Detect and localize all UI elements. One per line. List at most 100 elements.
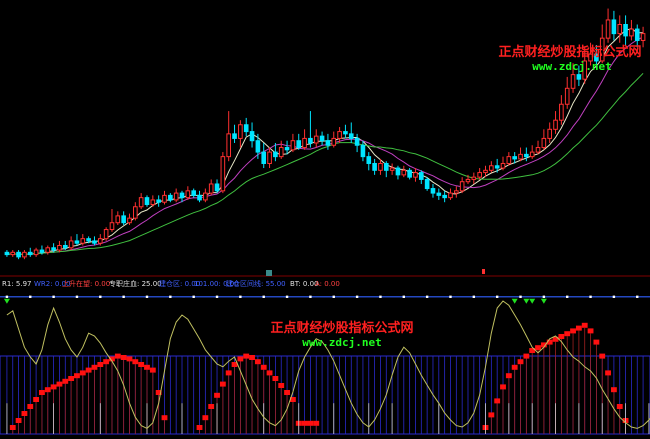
candle-body — [524, 153, 529, 158]
candle-body — [10, 251, 16, 256]
candle-body — [366, 156, 372, 164]
candle-body — [267, 151, 272, 164]
candle-body — [489, 165, 494, 171]
indicator-red-block — [581, 322, 588, 328]
indicator-red-block — [505, 373, 512, 379]
candle-body — [634, 28, 640, 41]
candle-body — [273, 151, 278, 158]
indicator-flat-marker — [612, 295, 616, 298]
candle-body — [629, 28, 634, 37]
candle-body — [407, 169, 412, 178]
indicator-header: R1: 5.97 WR2: 0.00上升在望: 0.00专职庄血: 25.00建仓… — [2, 279, 340, 288]
candle-body — [564, 87, 570, 105]
indicator-red-block — [15, 418, 22, 423]
candle-body — [413, 172, 418, 178]
indicator-flat-marker — [379, 295, 382, 298]
candle-body — [465, 178, 471, 183]
candle-body — [185, 190, 191, 199]
candle-body — [559, 103, 564, 121]
indicator-red-block — [126, 356, 133, 362]
candle-body — [226, 133, 232, 158]
indicator-red-block — [610, 387, 617, 393]
candle-body — [45, 247, 51, 253]
candle-body — [80, 238, 86, 244]
indicator-red-block — [85, 367, 92, 373]
indicator-red-block — [91, 364, 98, 370]
candle-body — [360, 144, 366, 158]
candle-body — [395, 167, 401, 176]
indicator-header-item: 建仓区间线: 55.00 — [226, 279, 286, 288]
watermark-title: 正点财经炒股指标公式网 — [498, 44, 641, 60]
indicator-flat-marker — [52, 295, 55, 298]
candle-body — [232, 133, 237, 139]
candle-body — [261, 151, 267, 164]
indicator-flat-marker — [519, 295, 522, 298]
indicator-red-block — [272, 376, 279, 381]
stock-chart: R1: 5.97 WR2: 0.00上升在望: 0.00专职庄血: 25.00建仓… — [0, 0, 650, 439]
candle-body — [500, 162, 506, 169]
indicator-red-block — [202, 415, 209, 421]
candle-body — [74, 240, 80, 244]
indicator-flat-marker — [122, 295, 125, 298]
candle-body — [436, 192, 442, 196]
candle-body — [208, 183, 214, 194]
indicator-red-block — [254, 359, 261, 365]
indicator-red-block — [570, 328, 576, 334]
candle-body — [506, 156, 512, 164]
candle-body — [529, 151, 535, 158]
indicator-red-block — [500, 384, 506, 390]
indicator-red-block — [605, 370, 611, 376]
indicator-header-item: R1: 5.97 — [2, 280, 32, 288]
candle-body — [22, 251, 27, 258]
candle-body — [611, 19, 617, 35]
indicator-header-item: 专职庄血: 25.00 — [109, 279, 162, 288]
candle-body — [39, 249, 45, 253]
candle-body — [343, 131, 348, 135]
candle-body — [576, 74, 582, 80]
candle-body — [238, 124, 243, 139]
candle-body — [133, 206, 138, 219]
candle — [220, 152, 226, 194]
indicator-red-block — [599, 353, 606, 359]
indicator-red-block — [97, 362, 104, 367]
indicator-red-block — [33, 397, 40, 402]
candle-body — [179, 192, 185, 199]
candle-body — [337, 131, 342, 139]
candle-body — [494, 165, 500, 169]
indicator-red-block — [74, 373, 80, 379]
candle-body — [541, 137, 547, 149]
indicator-flat-marker — [332, 295, 335, 298]
indicator-red-block — [593, 339, 600, 345]
candle-body — [401, 169, 407, 176]
indicator-flat-marker — [215, 295, 219, 298]
candle-body — [150, 199, 156, 205]
indicator-red-block — [517, 359, 524, 365]
indicator-red-block — [511, 364, 518, 370]
time-marker-red — [482, 269, 485, 274]
candle-body — [535, 147, 541, 153]
candle-body — [512, 156, 517, 160]
candle-body — [570, 74, 576, 89]
candle-body — [27, 251, 33, 256]
indicator-red-block — [278, 383, 285, 388]
candle-body — [4, 251, 10, 256]
indicator-flat-marker — [145, 295, 149, 298]
candle-body — [121, 215, 126, 224]
candle-body — [477, 172, 482, 178]
candle-body — [203, 192, 208, 201]
candle-body — [331, 137, 337, 146]
candle-body — [430, 188, 436, 194]
candle-body — [296, 140, 302, 149]
indicator-red-block — [564, 331, 571, 337]
indicator-red-block — [587, 328, 594, 334]
candle-body — [57, 244, 62, 251]
candle-body — [138, 197, 144, 208]
indicator-flat-marker — [75, 295, 79, 298]
candle-body — [109, 222, 115, 231]
candle-body — [97, 238, 103, 244]
candle-body — [191, 190, 196, 196]
indicator-red-block — [9, 425, 16, 430]
indicator-red-block — [616, 404, 623, 409]
indicator-red-block — [214, 392, 220, 398]
indicator-red-block — [21, 411, 28, 416]
